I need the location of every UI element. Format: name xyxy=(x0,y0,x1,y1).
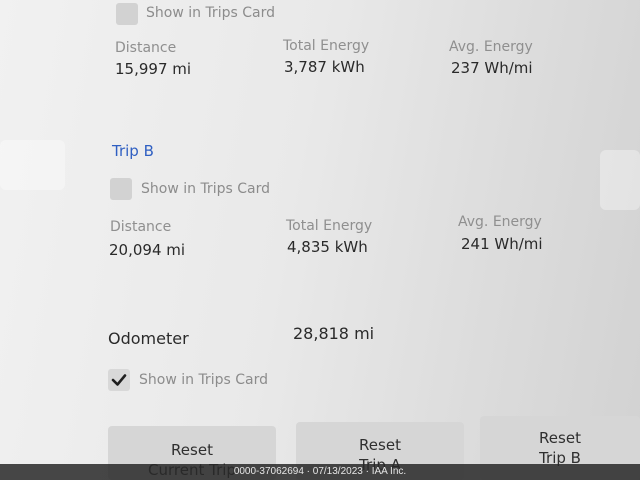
screen-glare-right xyxy=(600,150,640,210)
trip-a-total-energy-value: 3,787 kWh xyxy=(284,58,365,76)
trip-b-show-label: Show in Trips Card xyxy=(141,181,270,197)
trip-b-title: Trip B xyxy=(112,142,154,160)
checkmark-icon xyxy=(111,374,127,386)
odometer-label: Odometer xyxy=(108,329,189,348)
trip-b-total-energy-value: 4,835 kWh xyxy=(287,238,368,256)
trip-b-total-energy-label: Total Energy xyxy=(286,218,373,234)
reset-trip-b-line1: Reset xyxy=(539,429,581,447)
trip-a-show-label: Show in Trips Card xyxy=(146,5,275,21)
trip-a-avg-energy-label: Avg. Energy xyxy=(449,39,533,55)
odometer-show-checkbox[interactable] xyxy=(108,369,130,391)
odometer-show-label: Show in Trips Card xyxy=(139,372,268,388)
trip-a-avg-energy-value: 237 Wh/mi xyxy=(451,59,533,77)
trip-b-distance-value: 20,094 mi xyxy=(109,241,186,259)
reset-current-trip-line1: Reset xyxy=(171,441,213,459)
watermark-footer: 0000-37062694 · 07/13/2023 · IAA Inc. xyxy=(0,464,640,480)
odometer-value: 28,818 mi xyxy=(293,324,375,343)
reset-trip-a-line1: Reset xyxy=(359,436,401,454)
trip-b-distance-label: Distance xyxy=(110,219,172,235)
screen-glare-left xyxy=(0,140,65,190)
trip-a-total-energy-label: Total Energy xyxy=(283,38,370,54)
trip-b-avg-energy-value: 241 Wh/mi xyxy=(461,235,543,253)
trip-b-show-checkbox[interactable] xyxy=(110,178,132,200)
trip-b-avg-energy-label: Avg. Energy xyxy=(458,214,542,230)
trip-a-show-checkbox[interactable] xyxy=(116,3,138,25)
trip-a-distance-value: 15,997 mi xyxy=(115,60,192,78)
trip-a-distance-label: Distance xyxy=(115,40,177,56)
